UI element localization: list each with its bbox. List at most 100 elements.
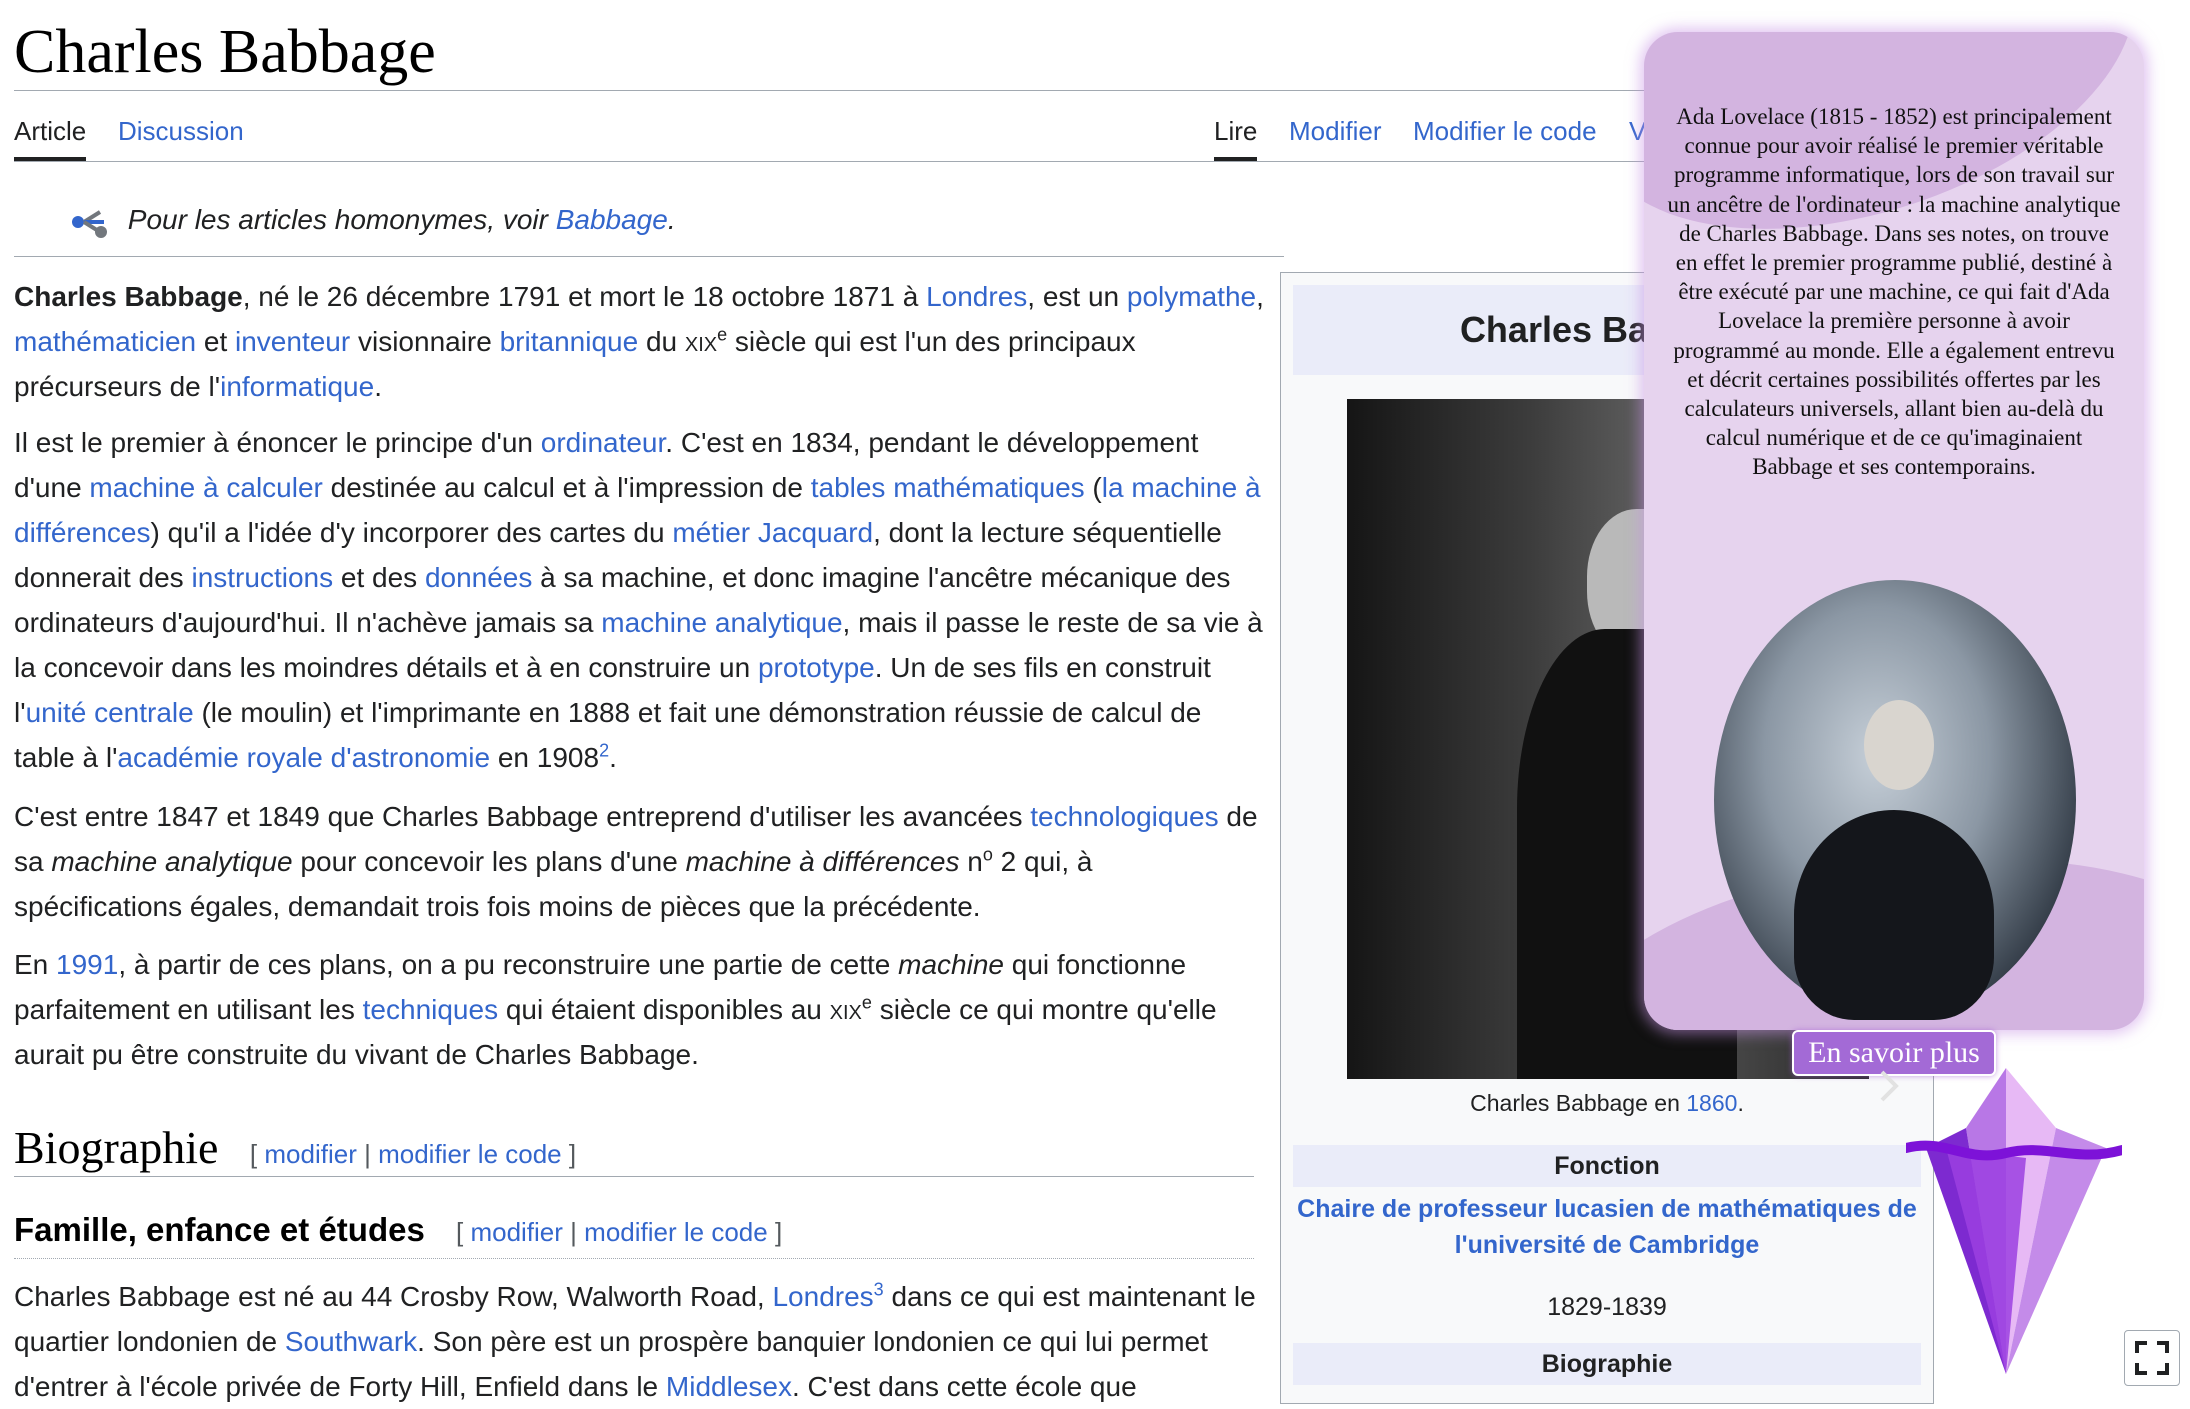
italic-text: machine analytique — [51, 846, 293, 877]
tab-edit[interactable]: Modifier — [1289, 112, 1381, 150]
text: C'est entre 1847 et 1849 que Charles Bab… — [14, 801, 1031, 832]
edit-source-section-button[interactable]: modifier le code — [378, 1139, 562, 1169]
text: , est un — [1027, 281, 1127, 312]
bracket: [ — [455, 1217, 464, 1247]
hatnote-divider — [14, 256, 1284, 257]
page-title: Charles Babbage — [14, 18, 436, 86]
link-middlesex[interactable]: Middlesex — [666, 1371, 792, 1402]
text: ) qu'il a l'idée d'y incorporer des cart… — [150, 517, 673, 548]
section-edit-links: [ modifier | modifier le code ] — [250, 1139, 576, 1169]
text: et — [196, 326, 236, 357]
fullscreen-button[interactable] — [2124, 1330, 2180, 1386]
hatnote-link-babbage[interactable]: Babbage — [556, 204, 668, 235]
hatnote: Pour les articles homonymes, voir Babbag… — [70, 200, 676, 240]
link-metier-jacquard[interactable]: métier Jacquard — [672, 517, 873, 548]
italic-text: machine à différences — [685, 846, 960, 877]
century-numeral: xix — [684, 326, 718, 357]
century-sup: e — [717, 324, 728, 345]
link-1991[interactable]: 1991 — [56, 949, 118, 980]
separator: | — [570, 1217, 577, 1247]
link-londres[interactable]: Londres — [772, 1281, 873, 1312]
century-sup: e — [861, 992, 872, 1013]
hatnote-suffix: . — [667, 204, 676, 235]
text: En — [14, 949, 57, 980]
tab-article[interactable]: Article — [14, 112, 86, 150]
link-technologiques[interactable]: technologiques — [1030, 801, 1218, 832]
bracket: ] — [774, 1217, 783, 1247]
bracket: [ — [249, 1139, 258, 1169]
text: . C'est dans cette école que — [791, 1371, 1137, 1402]
text: . — [609, 742, 617, 773]
disambiguation-icon — [72, 209, 107, 238]
bracket: ] — [568, 1139, 577, 1169]
gem-icon[interactable] — [1906, 1068, 2122, 1374]
link-polymathe[interactable]: polymathe — [1127, 281, 1256, 312]
section-divider — [14, 1176, 1254, 1177]
infobox-header-biographie: Biographie — [1293, 1343, 1921, 1385]
footnote-ref-2[interactable]: 2 — [599, 741, 609, 761]
ada-lovelace-portrait — [1714, 580, 2076, 1020]
text: ( — [1084, 472, 1102, 503]
tabs-divider — [14, 161, 1714, 162]
link-tables-mathematiques[interactable]: tables mathématiques — [811, 472, 1085, 503]
text: . — [374, 371, 382, 402]
family-paragraph: Charles Babbage est né au 44 Crosby Row,… — [14, 1274, 1264, 1409]
text: visionnaire — [350, 326, 500, 357]
link-instructions[interactable]: instructions — [191, 562, 333, 593]
link-mathematicien[interactable]: mathématicien — [14, 326, 196, 357]
link-londres[interactable]: Londres — [926, 281, 1027, 312]
numero-sup: o — [982, 844, 993, 865]
hatnote-text: Pour les articles homonymes, voir — [127, 204, 548, 235]
subsection-divider — [14, 1258, 1254, 1260]
section-heading-biographie: Biographie [ modifier | modifier le code… — [14, 1120, 576, 1182]
text: destinée au calcul et à l'impression de — [322, 472, 811, 503]
link-donnees[interactable]: données — [425, 562, 532, 593]
infobox-link-chaire[interactable]: Chaire de professeur lucasien de mathéma… — [1293, 1191, 1921, 1263]
footnote-ref-3[interactable]: 3 — [874, 1280, 884, 1300]
portrait-dress — [1794, 810, 1994, 1020]
text: , né le 26 décembre 1791 et mort le 18 o… — [242, 281, 927, 312]
next-arrow-icon[interactable] — [1876, 1066, 1904, 1106]
link-unite-centrale[interactable]: unité centrale — [26, 697, 194, 728]
text: du — [638, 326, 685, 357]
section-heading-famille: Famille, enfance et études [ modifier | … — [14, 1208, 782, 1254]
link-southwark[interactable]: Southwark — [285, 1326, 417, 1357]
edit-source-section-button[interactable]: modifier le code — [584, 1217, 768, 1247]
link-britannique[interactable]: britannique — [500, 326, 639, 357]
link-techniques[interactable]: techniques — [363, 994, 498, 1025]
edit-section-button[interactable]: modifier — [264, 1139, 356, 1169]
tab-read[interactable]: Lire — [1214, 112, 1257, 150]
link-machine-analytique[interactable]: machine analytique — [601, 607, 842, 638]
link-1860[interactable]: 1860 — [1686, 1090, 1737, 1116]
infobox-years: 1829-1839 — [1547, 1293, 1667, 1321]
text: en 1908 — [490, 742, 600, 773]
subject-name: Charles Babbage — [14, 281, 243, 312]
subsection-title: Famille, enfance et études — [14, 1211, 425, 1248]
infobox-header-fonction: Fonction — [1293, 1145, 1921, 1187]
tab-discussion[interactable]: Discussion — [118, 112, 244, 150]
link-inventeur[interactable]: inventeur — [235, 326, 350, 357]
text: Charles Babbage est né au 44 Crosby Row,… — [14, 1281, 773, 1312]
text: qui étaient disponibles au — [498, 994, 830, 1025]
italic-text: machine — [898, 949, 1004, 980]
caption-text: . — [1737, 1090, 1744, 1116]
link-ordinateur[interactable]: ordinateur — [541, 427, 666, 458]
text: n — [959, 846, 983, 877]
ada-lovelace-popup: Ada Lovelace (1815 - 1852) est principal… — [1644, 32, 2144, 1030]
text: et des — [333, 562, 425, 593]
popup-description: Ada Lovelace (1815 - 1852) est principal… — [1667, 104, 2121, 480]
edit-section-button[interactable]: modifier — [470, 1217, 562, 1247]
tab-edit-source[interactable]: Modifier le code — [1413, 112, 1597, 150]
link-academie-royale[interactable]: académie royale d'astronomie — [117, 742, 490, 773]
text: pour concevoir les plans d'une — [292, 846, 686, 877]
portrait-face — [1864, 700, 1934, 790]
link-machine-a-calculer[interactable]: machine à calculer — [89, 472, 322, 503]
link-informatique[interactable]: informatique — [220, 371, 374, 402]
section-title: Biographie — [14, 1122, 219, 1173]
intro-paragraph-3: C'est entre 1847 et 1849 que Charles Bab… — [14, 794, 1264, 929]
link-prototype[interactable]: prototype — [758, 652, 875, 683]
title-divider — [14, 90, 1714, 91]
century-numeral: xix — [829, 994, 862, 1025]
text: , à partir de ces plans, on a pu reconst… — [118, 949, 899, 980]
text: Il est le premier à énoncer le principe … — [14, 427, 541, 458]
